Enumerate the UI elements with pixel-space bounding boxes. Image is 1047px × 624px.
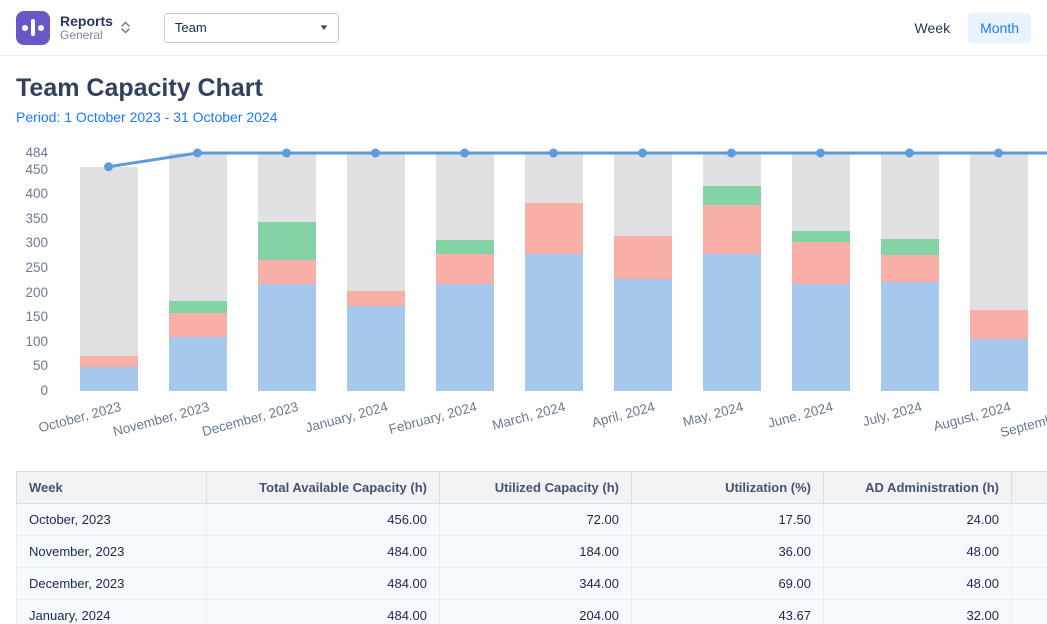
x-axis-label: May, 2024 [682,399,746,430]
top-bar: Reports General Team ▼ Week Month [0,0,1047,56]
table-cell: December, 2023 [17,568,207,600]
table-cell: January, 2024 [17,600,207,624]
table-cell: 484.00 [207,536,440,568]
table-cell-cutoff [1012,568,1047,600]
table-header-row: WeekTotal Available Capacity (h)Utilized… [17,472,1047,504]
table-cell: November, 2023 [17,536,207,568]
table-cell: 36.00 [632,536,824,568]
x-axis-label: November, 2023 [112,399,212,439]
line-point [282,149,291,158]
table-row: December, 2023484.00344.0069.0048.00 [17,568,1047,600]
team-dropdown[interactable]: Team ▼ [164,13,339,43]
x-axis-label: December, 2023 [201,399,301,439]
table-cell: 184.00 [440,536,632,568]
table-row: October, 2023456.0072.0017.5024.00 [17,504,1047,536]
table-cell-cutoff [1012,536,1047,568]
x-axis-label: July, 2024 [861,399,923,429]
line-point [905,149,914,158]
column-header-cutoff [1012,472,1047,504]
table-cell: 32.00 [824,600,1012,624]
page-title: Team Capacity Chart [16,74,1047,103]
line-point [994,149,1003,158]
y-axis-label: 100 [0,334,48,349]
line-point [638,149,647,158]
table-cell: October, 2023 [17,504,207,536]
y-axis-label: 484 [0,145,48,160]
y-axis-label: 50 [0,358,48,373]
line-point [549,149,558,158]
column-header: Utilization (%) [632,472,824,504]
table-cell: 484.00 [207,600,440,624]
reports-logo-icon [38,25,44,31]
app-logo [16,11,50,45]
app-switcher[interactable]: Reports General [60,13,113,43]
line-point [816,149,825,158]
table-cell: 456.00 [207,504,440,536]
column-header: AD Administration (h) [824,472,1012,504]
reports-logo-icon [31,19,35,36]
period-subtitle: Period: 1 October 2023 - 31 October 2024 [16,109,1047,125]
capacity-table: WeekTotal Available Capacity (h)Utilized… [16,471,1047,624]
chevron-down-icon: ▼ [318,23,329,32]
column-header: Week [17,472,207,504]
table-cell: 48.00 [824,568,1012,600]
y-axis-label: 300 [0,235,48,250]
x-axis-label: April, 2024 [590,399,656,430]
period-toggle: Week Month [903,13,1031,43]
y-axis-label: 200 [0,285,48,300]
table-row: January, 2024484.00204.0043.6732.00 [17,600,1047,624]
line-point [727,149,736,158]
column-header: Utilized Capacity (h) [440,472,632,504]
table-cell-cutoff [1012,504,1047,536]
y-axis-label: 450 [0,162,48,177]
capacity-line [64,153,1047,391]
table-cell: 204.00 [440,600,632,624]
app-subtitle: General [60,29,113,43]
x-axis-label: June, 2024 [766,399,834,431]
month-button[interactable]: Month [968,13,1031,43]
table-cell: 48.00 [824,536,1012,568]
line-point [371,149,380,158]
line-point [104,162,113,171]
table-cell: 43.67 [632,600,824,624]
line-point [460,149,469,158]
x-axis-label: January, 2024 [304,399,390,435]
y-axis: 050100150200250300350400450484 [0,153,52,391]
x-axis-label: February, 2024 [387,399,478,437]
x-axis-label: October, 2023 [37,399,123,435]
app-title: Reports [60,13,113,29]
table-cell: 344.00 [440,568,632,600]
team-dropdown-value: Team [175,20,207,35]
column-header: Total Available Capacity (h) [207,472,440,504]
y-axis-label: 0 [0,383,48,398]
reports-logo-icon [22,25,28,31]
x-axis-label: March, 2024 [491,399,567,433]
expand-chevrons-icon[interactable] [121,21,130,34]
chart-plot-area: October, 2023November, 2023December, 202… [64,153,1047,391]
y-axis-label: 350 [0,211,48,226]
table-cell: 72.00 [440,504,632,536]
table-cell: 17.50 [632,504,824,536]
line-point [193,149,202,158]
team-capacity-chart: 0 50 100 150 200 250 300 350 400 450 484 October, … [0,139,1047,451]
y-axis-label: 250 [0,260,48,275]
y-axis-label: 400 [0,186,48,201]
table-cell: 69.00 [632,568,824,600]
table-cell: 24.00 [824,504,1012,536]
table-cell: 484.00 [207,568,440,600]
week-button[interactable]: Week [903,13,963,43]
table-cell-cutoff [1012,600,1047,624]
y-axis-label: 150 [0,309,48,324]
table-row: November, 2023484.00184.0036.0048.00 [17,536,1047,568]
